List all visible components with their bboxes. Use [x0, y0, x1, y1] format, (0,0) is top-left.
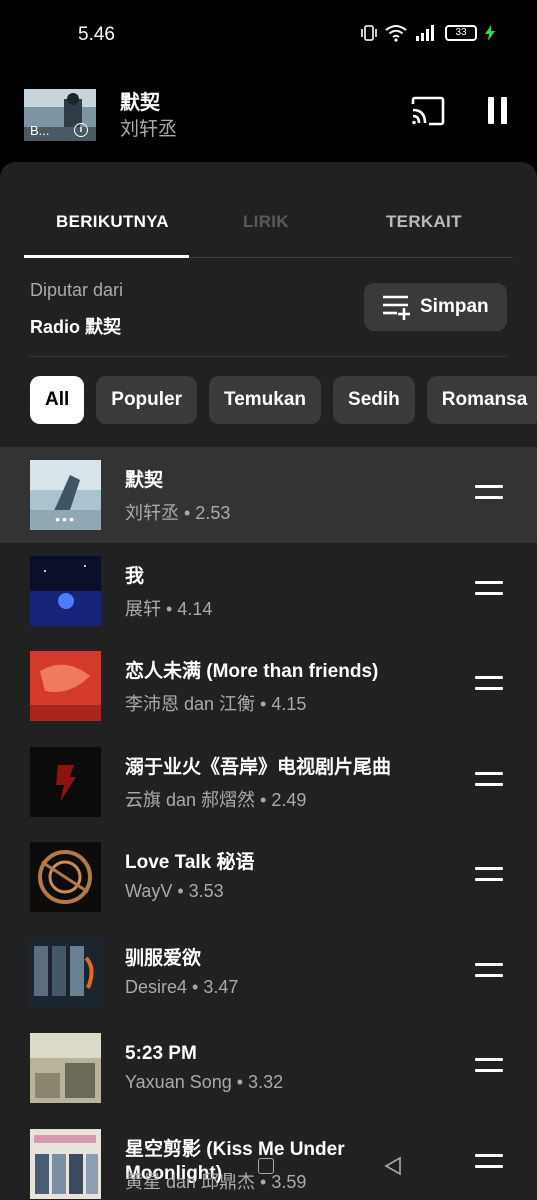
- song-title: 恋人未满 (More than friends): [125, 661, 379, 682]
- song-title: 我: [125, 565, 145, 587]
- wifi-icon: [385, 25, 407, 42]
- now-playing-dots: •••: [55, 511, 76, 527]
- pause-button[interactable]: [488, 97, 507, 124]
- cast-icon: [411, 96, 445, 126]
- drag-handle-icon[interactable]: [475, 1058, 503, 1080]
- song-subtitle: Yaxuan Song • 3.32: [125, 1072, 284, 1092]
- song-thumbnail: [30, 555, 101, 626]
- tab-berikutnya[interactable]: BERIKUTNYA: [56, 212, 169, 232]
- song-subtitle: 云旗 dan 郝熠然 • 2.49: [125, 789, 307, 810]
- chip-all[interactable]: All: [30, 376, 85, 424]
- tab-bar: BERIKUTNYA LIRIK TERKAIT: [24, 184, 513, 258]
- battery-icon: 33: [445, 25, 477, 41]
- queue-item[interactable]: 恋人未满 (More than friends) 李沛恩 dan 江衡 • 4.…: [0, 638, 537, 734]
- queue-item[interactable]: 溺于业火《吾岸》电视剧片尾曲 云旗 dan 郝熠然 • 2.49: [0, 734, 537, 830]
- now-playing-artist: 刘轩丞: [120, 119, 178, 140]
- song-thumbnail: [30, 1128, 101, 1199]
- drag-handle-icon[interactable]: [475, 771, 503, 794]
- song-thumbnail: [30, 651, 101, 721]
- queue-item[interactable]: ••• 默契 刘轩丞 • 2.53: [0, 447, 537, 543]
- chip-romansa[interactable]: Romansa: [426, 376, 537, 424]
- mini-player[interactable]: B... i 默契 刘轩丞: [0, 80, 537, 150]
- song-title: Love Talk 秘语: [125, 852, 255, 873]
- album-art-caption: B...: [30, 123, 50, 138]
- chip-populer[interactable]: Populer: [96, 376, 198, 424]
- song-title: 溺于业火《吾岸》电视剧片尾曲: [125, 756, 392, 778]
- vibrate-icon: [361, 25, 377, 41]
- charging-icon: [485, 25, 495, 41]
- song-thumbnail: •••: [30, 460, 101, 530]
- tab-lirik[interactable]: LIRIK: [243, 212, 289, 232]
- recent-apps-icon[interactable]: [258, 1158, 274, 1174]
- chip-sedih[interactable]: Sedih: [333, 376, 415, 424]
- pause-icon: [488, 97, 494, 124]
- save-button[interactable]: Simpan: [364, 283, 507, 331]
- divider: [30, 356, 507, 357]
- queue-item[interactable]: 5:23 PM Yaxuan Song • 3.32: [0, 1020, 537, 1116]
- queue-list: ••• 默契 刘轩丞 • 2.53 我 展轩 • 4.14 恋人未满 (More…: [0, 447, 537, 1200]
- song-title: 默契: [125, 470, 164, 491]
- status-icons: 33: [361, 24, 495, 42]
- song-subtitle: 展轩 • 4.14: [125, 598, 213, 619]
- song-thumbnail: [30, 746, 101, 817]
- drag-handle-icon[interactable]: [475, 1153, 503, 1176]
- info-icon[interactable]: i: [74, 123, 88, 137]
- active-tab-indicator: [24, 255, 189, 258]
- song-subtitle: 李沛恩 dan 江衡 • 4.15: [125, 694, 307, 714]
- mini-player-album-art[interactable]: B... i: [24, 89, 96, 141]
- status-time: 5.46: [78, 24, 115, 45]
- song-title: 5:23 PM: [125, 1043, 197, 1064]
- drag-handle-icon[interactable]: [475, 962, 503, 985]
- chip-temukan[interactable]: Temukan: [209, 376, 322, 424]
- filter-chips: All Populer Temukan Sedih Romansa: [30, 376, 537, 424]
- tab-terkait[interactable]: TERKAIT: [386, 212, 462, 232]
- now-playing-title: 默契: [120, 92, 160, 114]
- song-thumbnail: [30, 1033, 101, 1103]
- drag-handle-icon[interactable]: [475, 867, 503, 889]
- queue-source: Diputar dari Radio 默契: [30, 280, 123, 339]
- back-icon[interactable]: [384, 1156, 402, 1176]
- queue-item[interactable]: 驯服爱欲 Desire4 • 3.47: [0, 925, 537, 1021]
- drag-handle-icon[interactable]: [475, 676, 503, 698]
- status-bar: 5.46 33: [0, 0, 537, 70]
- drag-handle-icon[interactable]: [475, 485, 503, 507]
- song-subtitle: 黄星 dan 邱鼎杰 • 3.59: [125, 1171, 307, 1192]
- signal-icon: [416, 25, 434, 41]
- queue-source-label: Diputar dari: [30, 280, 124, 300]
- song-title: 驯服爱欲: [125, 947, 202, 969]
- queue-item[interactable]: 我 展轩 • 4.14: [0, 543, 537, 639]
- song-subtitle: Desire4 • 3.47: [125, 976, 239, 997]
- save-label: Simpan: [420, 296, 489, 317]
- song-thumbnail: [30, 842, 101, 912]
- queue-source-name: Radio 默契: [30, 317, 122, 337]
- song-subtitle: WayV • 3.53: [125, 881, 224, 901]
- song-thumbnail: [30, 937, 101, 1008]
- queue-item[interactable]: Love Talk 秘语 WayV • 3.53: [0, 829, 537, 925]
- queue-sheet: BERIKUTNYA LIRIK TERKAIT Diputar dari Ra…: [0, 162, 537, 1200]
- drag-handle-icon[interactable]: [475, 580, 503, 603]
- playlist-add-icon: [383, 295, 410, 320]
- cast-button[interactable]: [410, 96, 446, 131]
- song-subtitle: 刘轩丞 • 2.53: [125, 503, 231, 523]
